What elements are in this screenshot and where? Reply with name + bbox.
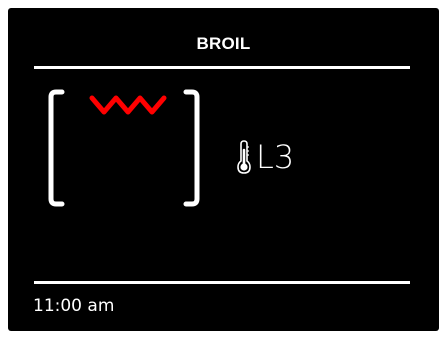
cooking-mode-title: BROIL <box>196 34 251 53</box>
thermometer-icon <box>237 140 251 174</box>
temperature-level: L3 <box>256 138 295 176</box>
clock-time: 11:00 am <box>33 296 115 316</box>
broil-heating-element-icon <box>89 95 167 115</box>
oven-left-bracket <box>48 89 65 207</box>
bottom-divider <box>34 281 410 284</box>
oven-display-screen: BROIL L3 11:00 am <box>8 8 439 331</box>
oven-cavity-icon <box>48 89 200 207</box>
oven-right-bracket <box>183 89 200 207</box>
temperature-readout: L3 <box>236 136 294 178</box>
top-divider <box>34 66 410 69</box>
